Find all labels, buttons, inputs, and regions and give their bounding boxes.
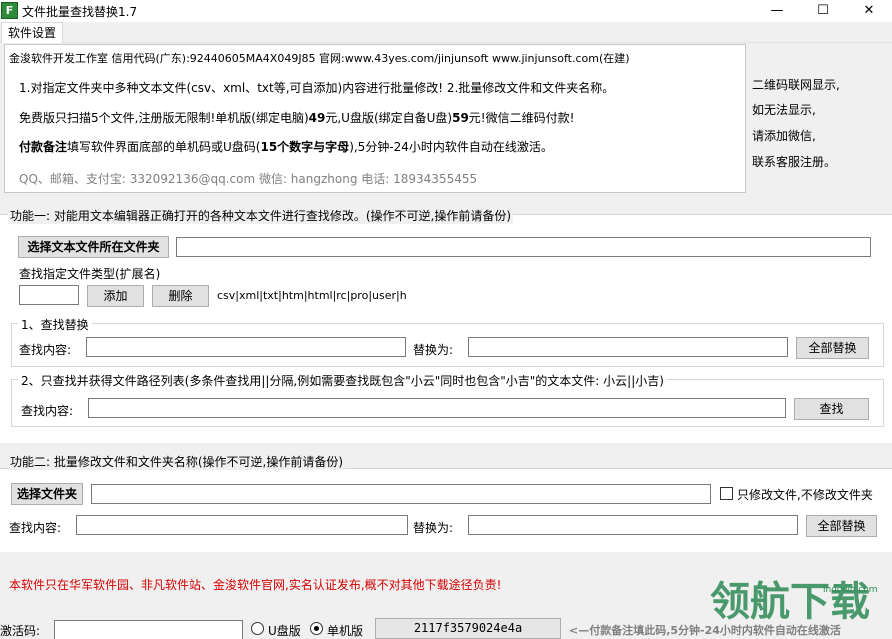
single-version-label: 单机版 (327, 624, 364, 638)
single-price: 49 (308, 111, 326, 125)
app-icon: F (1, 2, 18, 19)
distribution-notice: 本软件只在华军软件园、非凡软件站、金浚软件官网,实名认证发布,概不对其他下载途径… (9, 578, 502, 592)
search-label: 查找内容: (21, 404, 74, 418)
only-files-checkbox[interactable] (720, 487, 733, 500)
company-info: 金浚软件开发工作室 信用代码(广东):92440605MA4X049J85 官网… (9, 52, 630, 65)
find-label: 查找内容: (19, 343, 72, 357)
delete-extension-button[interactable]: 删除 (152, 285, 209, 307)
maximize-button[interactable]: ☐ (800, 0, 846, 22)
pricing-text: 免费版只扫描5个文件,注册版无限制!单机版(绑定电脑) (19, 111, 309, 125)
select-folder-button[interactable]: 选择文件夹 (11, 483, 83, 505)
find-input[interactable] (86, 337, 406, 357)
function-two-title: 功能二: 批量修改文件和文件夹名称(操作不可逆,操作前请备份) (8, 453, 346, 470)
replace-all-button[interactable]: 全部替换 (796, 337, 869, 359)
pricing-text-2: 元,U盘版(绑定自备U盘) (325, 111, 453, 125)
only-files-label: 只修改文件,不修改文件夹 (737, 488, 873, 502)
text-folder-path-input[interactable] (176, 237, 871, 257)
search-input[interactable] (88, 398, 786, 418)
rename-replace-input[interactable] (468, 515, 798, 535)
extension-list: csv|xml|txt|htm|html|rc|pro|user|h (217, 289, 407, 302)
find-replace-group-title: 1、查找替换 (18, 316, 92, 333)
radio-selected-dot (314, 626, 319, 631)
payment-note-format: 15个数字与字母 (260, 140, 350, 154)
replace-label: 替换为: (413, 343, 454, 357)
rename-replace-label: 替换为: (413, 521, 454, 535)
qr-note-2: 如无法显示, (752, 103, 816, 117)
payment-note-title: 付款备注 (19, 140, 68, 154)
payment-note: 付款备注填写软件界面底部的单机码或U盘码(15个数字与字母),5分钟-24小时内… (19, 138, 553, 155)
minimize-button[interactable]: — (754, 0, 800, 22)
menu-settings[interactable]: 软件设置 (1, 22, 64, 43)
rename-find-input[interactable] (76, 515, 408, 535)
select-text-folder-button[interactable]: 选择文本文件所在文件夹 (18, 236, 169, 258)
qr-note-1: 二维码联网显示, (752, 78, 840, 92)
activation-label: 激活码: (0, 624, 41, 638)
rename-find-label: 查找内容: (9, 521, 62, 535)
activation-code-input[interactable] (54, 620, 243, 639)
watermark-site: lhdown.com (823, 585, 878, 595)
search-button[interactable]: 查找 (794, 398, 869, 420)
contact-info: QQ、邮箱、支付宝: 332092136@qq.com 微信: hangzhon… (19, 172, 478, 186)
search-only-group-title: 2、只查找并获得文件路径列表(多条件查找用||分隔,例如需要查找既包含"小云"同… (18, 372, 667, 389)
window-title: 文件批量查找替换1.7 (22, 5, 138, 19)
rename-folder-path-input[interactable] (91, 484, 711, 504)
extension-label: 查找指定文件类型(扩展名) (19, 267, 161, 281)
qr-note-4: 联系客服注册。 (752, 155, 837, 169)
payment-note-text-2: ),5分钟-24小时内软件自动在线激活。 (349, 140, 553, 154)
info-panel: 金浚软件开发工作室 信用代码(广东):92440605MA4X049J85 官网… (4, 44, 746, 193)
payment-note-text: 填写软件界面底部的单机码或U盘码( (67, 140, 261, 154)
qr-note-3: 请添加微信, (752, 129, 816, 143)
pricing-info: 免费版只扫描5个文件,注册版无限制!单机版(绑定电脑)49元,U盘版(绑定自备U… (19, 109, 574, 126)
add-extension-button[interactable]: 添加 (87, 285, 144, 307)
rename-replace-all-button[interactable]: 全部替换 (806, 515, 877, 537)
extension-input[interactable] (19, 285, 79, 305)
menu-bar: 软件设置 (0, 22, 892, 43)
feature-description: 1.对指定文件夹中多种文本文件(csv、xml、txt等,可自添加)内容进行批量… (19, 81, 615, 95)
function-one-title: 功能一: 对能用文本编辑器正确打开的各种文本文件进行查找修改。(操作不可逆,操作… (8, 207, 514, 224)
usb-price: 59 (452, 111, 469, 125)
usb-version-radio[interactable] (251, 622, 264, 635)
machine-code-display: 2117f3579024e4a (375, 618, 561, 639)
close-button[interactable]: ✕ (846, 0, 892, 22)
pricing-text-3: 元!微信二维码付款! (468, 111, 575, 125)
usb-version-label: U盘版 (268, 624, 301, 638)
single-version-radio[interactable] (310, 622, 323, 635)
function-two-panel (0, 468, 892, 552)
replace-input[interactable] (468, 337, 788, 357)
title-bar: F 文件批量查找替换1.7 — ☐ ✕ (0, 0, 892, 22)
